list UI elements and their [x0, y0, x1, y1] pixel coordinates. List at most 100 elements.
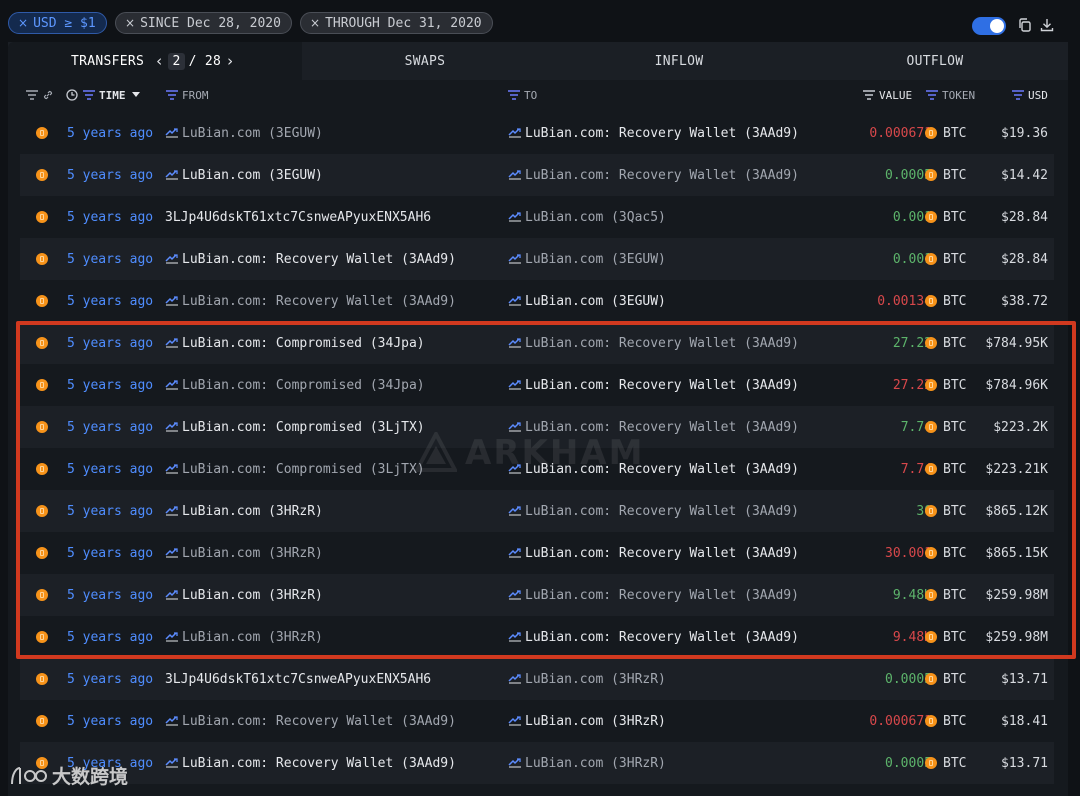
to-address[interactable]: LuBian.com (3HRzR): [508, 742, 666, 784]
table-row[interactable]: 5 years ago LuBian.com (3HRzR) LuBian.com:…: [20, 616, 1054, 658]
token-link[interactable]: BTC: [925, 280, 966, 322]
time-link[interactable]: 5 years ago: [67, 196, 153, 238]
to-address[interactable]: LuBian.com: Recovery Wallet (3AAd9): [508, 322, 799, 364]
table-row[interactable]: 5 years ago LuBian.com (3HRzR) LuBian.com:…: [20, 490, 1054, 532]
time-link[interactable]: 5 years ago: [67, 322, 153, 364]
table-row[interactable]: 5 years ago LuBian.com: Recovery Wallet (…: [20, 700, 1054, 742]
to-address[interactable]: LuBian.com: Recovery Wallet (3AAd9): [508, 532, 799, 574]
token-link[interactable]: BTC: [925, 238, 966, 280]
from-address[interactable]: LuBian.com: Recovery Wallet (3AAd9): [165, 238, 456, 280]
table-row[interactable]: 5 years ago LuBian.com: Recovery Wallet (…: [20, 280, 1054, 322]
to-address[interactable]: LuBian.com (3EGUW): [508, 238, 666, 280]
time-link[interactable]: 5 years ago: [67, 112, 153, 154]
from-address[interactable]: LuBian.com (3HRzR): [165, 616, 323, 658]
from-address[interactable]: LuBian.com: Compromised (3LjTX): [165, 406, 425, 448]
toggle-switch[interactable]: [972, 17, 1006, 35]
tab-swaps[interactable]: SWAPS: [302, 42, 548, 80]
usd-filter-chip[interactable]: × USD ≥ $1: [8, 12, 107, 34]
table-row[interactable]: 5 years ago LuBian.com (3HRzR) LuBian.com:…: [20, 574, 1054, 616]
token-link[interactable]: BTC: [925, 196, 966, 238]
tab-outflow[interactable]: OUTFLOW: [810, 42, 1060, 80]
time-link[interactable]: 5 years ago: [67, 700, 153, 742]
table-row[interactable]: 5 years ago LuBian.com (3EGUW) LuBian.com:…: [20, 154, 1054, 196]
chevron-left-icon[interactable]: ‹: [156, 52, 162, 70]
table-row[interactable]: 5 years ago LuBian.com: Compromised (34Jp…: [20, 322, 1054, 364]
token-link[interactable]: BTC: [925, 574, 966, 616]
from-address[interactable]: LuBian.com: Recovery Wallet (3AAd9): [165, 700, 456, 742]
from-address[interactable]: LuBian.com (3EGUW): [165, 154, 323, 196]
link-icon[interactable]: [42, 80, 54, 110]
from-address[interactable]: 3LJp4U6dskT61xtc7CsnweAPyuxENX5AH6: [165, 196, 431, 238]
remove-filter-icon[interactable]: ×: [125, 16, 135, 30]
token-link[interactable]: BTC: [925, 406, 966, 448]
to-address[interactable]: LuBian.com (3HRzR): [508, 700, 666, 742]
time-link[interactable]: 5 years ago: [67, 280, 153, 322]
tab-inflow[interactable]: INFLOW: [548, 42, 810, 80]
time-link[interactable]: 5 years ago: [67, 154, 153, 196]
time-link[interactable]: 5 years ago: [67, 364, 153, 406]
table-row[interactable]: 5 years ago LuBian.com (3HRzR) LuBian.com:…: [20, 532, 1054, 574]
page-number-input[interactable]: 2: [168, 52, 185, 70]
to-address[interactable]: LuBian.com: Recovery Wallet (3AAd9): [508, 616, 799, 658]
from-address[interactable]: LuBian.com: Recovery Wallet (3AAd9): [165, 280, 456, 322]
from-column-header[interactable]: FROM: [166, 80, 209, 110]
to-address[interactable]: LuBian.com (3Qac5): [508, 196, 666, 238]
to-address[interactable]: LuBian.com (3EGUW): [508, 280, 666, 322]
value-column-header[interactable]: VALUE: [863, 80, 912, 110]
table-row[interactable]: 5 years ago LuBian.com: Recovery Wallet (…: [20, 742, 1054, 784]
table-row[interactable]: 5 years ago 3LJp4U6dskT61xtc7CsnweAPyuxEN…: [20, 658, 1054, 700]
from-address[interactable]: LuBian.com: Compromised (3LjTX): [165, 448, 425, 490]
table-row[interactable]: 5 years ago 3LJp4U6dskT61xtc7CsnweAPyuxEN…: [20, 196, 1054, 238]
copy-icon[interactable]: [1017, 17, 1035, 35]
token-column-header[interactable]: TOKEN: [926, 80, 975, 110]
from-address[interactable]: LuBian.com (3HRzR): [165, 574, 323, 616]
table-row[interactable]: 5 years ago LuBian.com: Compromised (34Jp…: [20, 364, 1054, 406]
table-row[interactable]: 5 years ago LuBian.com (3EGUW) LuBian.com:…: [20, 112, 1054, 154]
since-filter-chip[interactable]: × SINCE Dec 28, 2020: [115, 12, 292, 34]
token-link[interactable]: BTC: [925, 322, 966, 364]
table-row[interactable]: 5 years ago LuBian.com: Compromised (3LjT…: [20, 448, 1054, 490]
from-address[interactable]: LuBian.com: Compromised (34Jpa): [165, 322, 425, 364]
token-link[interactable]: BTC: [925, 532, 966, 574]
token-link[interactable]: BTC: [925, 154, 966, 196]
token-link[interactable]: BTC: [925, 364, 966, 406]
to-column-header[interactable]: TO: [508, 80, 537, 110]
time-link[interactable]: 5 years ago: [67, 574, 153, 616]
token-link[interactable]: BTC: [925, 616, 966, 658]
token-link[interactable]: BTC: [925, 742, 966, 784]
remove-filter-icon[interactable]: ×: [310, 16, 320, 30]
to-address[interactable]: LuBian.com: Recovery Wallet (3AAd9): [508, 448, 799, 490]
through-filter-chip[interactable]: × THROUGH Dec 31, 2020: [300, 12, 493, 34]
time-link[interactable]: 5 years ago: [67, 406, 153, 448]
from-address[interactable]: 3LJp4U6dskT61xtc7CsnweAPyuxENX5AH6: [165, 658, 431, 700]
from-address[interactable]: LuBian.com: Recovery Wallet (3AAd9): [165, 742, 456, 784]
time-column-header[interactable]: TIME: [66, 80, 140, 110]
time-link[interactable]: 5 years ago: [67, 238, 153, 280]
to-address[interactable]: LuBian.com: Recovery Wallet (3AAd9): [508, 364, 799, 406]
to-address[interactable]: LuBian.com: Recovery Wallet (3AAd9): [508, 490, 799, 532]
tab-transfers[interactable]: TRANSFERS ‹ 2 / 28 ›: [8, 42, 302, 80]
table-row[interactable]: 5 years ago LuBian.com: Recovery Wallet (…: [20, 238, 1054, 280]
download-icon[interactable]: [1039, 17, 1057, 35]
time-link[interactable]: 5 years ago: [67, 742, 153, 784]
time-link[interactable]: 5 years ago: [67, 490, 153, 532]
remove-filter-icon[interactable]: ×: [18, 16, 28, 30]
token-link[interactable]: BTC: [925, 112, 966, 154]
to-address[interactable]: LuBian.com: Recovery Wallet (3AAd9): [508, 406, 799, 448]
token-link[interactable]: BTC: [925, 490, 966, 532]
time-link[interactable]: 5 years ago: [67, 658, 153, 700]
table-row[interactable]: 5 years ago LuBian.com: Compromised (3LjT…: [20, 406, 1054, 448]
time-link[interactable]: 5 years ago: [67, 616, 153, 658]
to-address[interactable]: LuBian.com: Recovery Wallet (3AAd9): [508, 112, 799, 154]
token-link[interactable]: BTC: [925, 448, 966, 490]
from-address[interactable]: LuBian.com: Compromised (34Jpa): [165, 364, 425, 406]
to-address[interactable]: LuBian.com: Recovery Wallet (3AAd9): [508, 574, 799, 616]
from-address[interactable]: LuBian.com (3HRzR): [165, 532, 323, 574]
usd-column-header[interactable]: USD: [1012, 80, 1048, 110]
from-address[interactable]: LuBian.com (3EGUW): [165, 112, 323, 154]
time-link[interactable]: 5 years ago: [67, 448, 153, 490]
to-address[interactable]: LuBian.com (3HRzR): [508, 658, 666, 700]
chevron-right-icon[interactable]: ›: [227, 52, 233, 70]
time-link[interactable]: 5 years ago: [67, 532, 153, 574]
from-address[interactable]: LuBian.com (3HRzR): [165, 490, 323, 532]
